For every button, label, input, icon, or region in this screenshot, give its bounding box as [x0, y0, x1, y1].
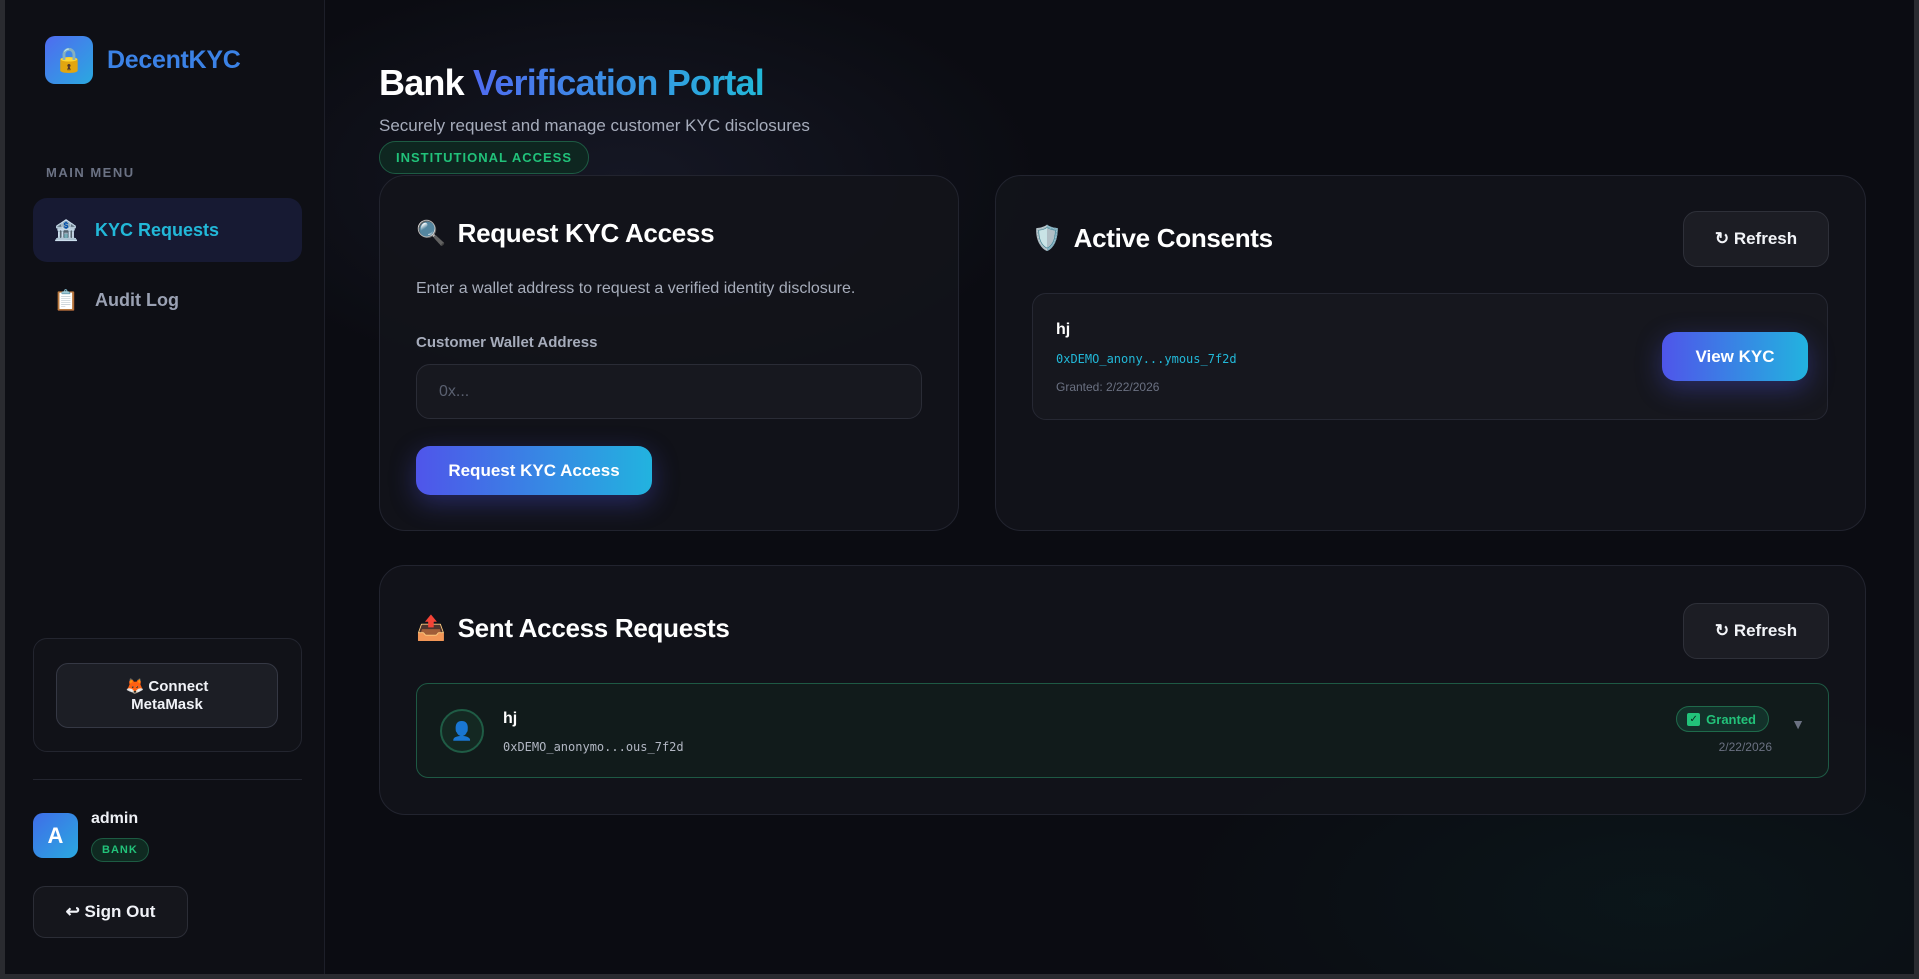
- connect-metamask-button[interactable]: 🦊 Connect MetaMask: [56, 663, 278, 728]
- refresh-requests-button[interactable]: ↻ Refresh: [1683, 603, 1829, 659]
- page-title-plain: Bank: [379, 62, 465, 103]
- card-title-text: Sent Access Requests: [457, 613, 730, 643]
- request-description: Enter a wallet address to request a veri…: [416, 280, 856, 297]
- request-kyc-access-button[interactable]: Request KYC Access: [416, 446, 652, 495]
- request-kyc-card: 🔍 Request KYC Access Enter a wallet addr…: [379, 175, 959, 531]
- app-window: 🔒 DecentKYC MAIN MENU 🏦 KYC Requests 📋 A…: [0, 0, 1919, 979]
- status-label: Granted: [1706, 711, 1756, 727]
- sidebar-item-kyc-requests[interactable]: 🏦 KYC Requests: [33, 198, 302, 262]
- consent-name: hj: [1056, 321, 1071, 338]
- request-date: 2/22/2026: [1718, 740, 1772, 754]
- card-title: 📤 Sent Access Requests: [416, 613, 730, 644]
- menu-section-title: MAIN MENU: [46, 165, 135, 180]
- request-row[interactable]: 👤 hj 0xDEMO_anonymo...ous_7f2d ✓ Granted…: [416, 683, 1829, 778]
- card-title: 🛡️ Active Consents: [1032, 223, 1273, 254]
- checkmark-icon: ✓: [1687, 712, 1701, 726]
- wallet-connect-panel: 🦊 Connect MetaMask: [33, 638, 302, 752]
- page-subtitle: Securely request and manage customer KYC…: [379, 116, 810, 135]
- lock-icon: 🔒: [45, 36, 93, 84]
- magnifier-icon: 🔍: [416, 220, 446, 247]
- user-name: admin: [91, 810, 139, 827]
- chevron-down-icon[interactable]: ▼: [1791, 716, 1805, 732]
- shield-icon: 🛡️: [1032, 225, 1062, 252]
- connect-label-line1: 🦊 Connect: [125, 677, 209, 695]
- user-icon: 👤: [440, 709, 484, 753]
- consent-granted-date: Granted: 2/22/2026: [1056, 380, 1160, 394]
- clipboard-icon: 📋: [53, 289, 79, 312]
- card-title: 🔍 Request KYC Access: [416, 218, 715, 249]
- sign-out-button[interactable]: ↩ Sign Out: [33, 886, 188, 938]
- sidebar-item-label: Audit Log: [95, 289, 179, 310]
- connect-label-line2: MetaMask: [131, 695, 203, 713]
- status-badge: ✓ Granted: [1676, 706, 1769, 732]
- sent-requests-card: 📤 Sent Access Requests ↻ Refresh 👤 hj 0x…: [379, 565, 1866, 815]
- institutional-access-badge: INSTITUTIONAL ACCESS: [379, 141, 590, 174]
- sidebar-item-label: KYC Requests: [95, 219, 220, 240]
- wallet-address-label: Customer Wallet Address: [416, 334, 598, 351]
- request-wallet-address: 0xDEMO_anonymo...ous_7f2d: [503, 740, 684, 754]
- card-title-text: Request KYC Access: [457, 218, 715, 248]
- avatar: A: [33, 813, 78, 858]
- view-kyc-button[interactable]: View KYC: [1662, 332, 1808, 381]
- sidebar: 🔒 DecentKYC MAIN MENU 🏦 KYC Requests 📋 A…: [5, 0, 325, 974]
- role-badge: BANK: [91, 838, 149, 862]
- active-consents-card: 🛡️ Active Consents ↻ Refresh hj 0xDEMO_a…: [995, 175, 1866, 531]
- bank-icon: 🏦: [53, 219, 79, 242]
- brand-name: DecentKYC: [107, 45, 241, 74]
- page-title: Bank Verification Portal: [379, 62, 765, 104]
- refresh-consents-button[interactable]: ↻ Refresh: [1683, 211, 1829, 267]
- outbox-icon: 📤: [416, 615, 446, 642]
- card-title-text: Active Consents: [1073, 223, 1274, 253]
- request-name: hj: [503, 710, 518, 727]
- sidebar-item-audit-log[interactable]: 📋 Audit Log: [33, 268, 302, 332]
- brand[interactable]: 🔒 DecentKYC: [45, 36, 241, 84]
- consent-item: hj 0xDEMO_anony...ymous_7f2d Granted: 2/…: [1032, 293, 1828, 420]
- wallet-address-input[interactable]: [416, 364, 922, 419]
- consent-wallet-address: 0xDEMO_anony...ymous_7f2d: [1056, 352, 1237, 366]
- sidebar-divider: [33, 779, 302, 780]
- page-title-accent: Verification Portal: [473, 62, 765, 103]
